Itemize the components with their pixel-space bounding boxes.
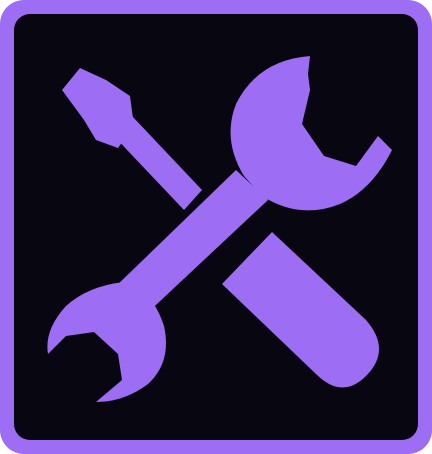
wrench-head-top (230, 56, 392, 211)
tools-app-icon[interactable] (0, 0, 432, 454)
tools-icon (47, 56, 392, 402)
wrench-head-bottom (47, 282, 166, 402)
screwdriver-handle (222, 232, 379, 388)
screwdriver-shaft (112, 116, 202, 210)
